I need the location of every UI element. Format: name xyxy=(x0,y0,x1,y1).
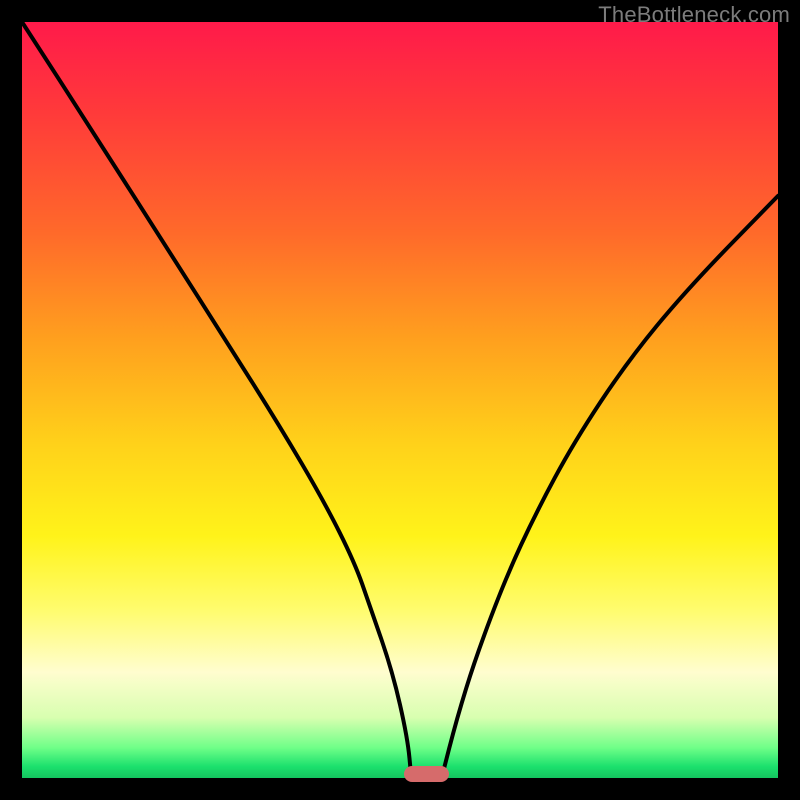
chart-area xyxy=(22,22,778,778)
curves-svg xyxy=(22,22,778,778)
watermark-text: TheBottleneck.com xyxy=(598,2,790,28)
bottleneck-marker xyxy=(404,766,449,781)
left-curve xyxy=(22,22,411,778)
right-curve xyxy=(442,196,778,778)
